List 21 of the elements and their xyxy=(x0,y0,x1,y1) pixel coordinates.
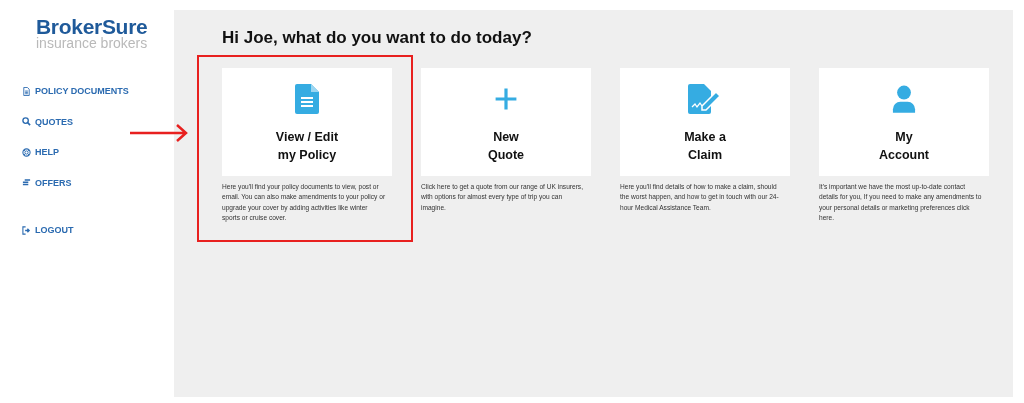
brand-logo[interactable]: BrokerSure xyxy=(36,17,148,37)
nav-link[interactable]: HELP xyxy=(22,137,174,168)
pointer-arrow xyxy=(130,123,190,143)
nav-link[interactable]: POLICY DOCUMENTS xyxy=(22,76,174,107)
action-card[interactable]: My Account xyxy=(819,68,989,176)
nav-link[interactable]: LOGOUT xyxy=(22,215,174,246)
nav-link[interactable]: QUOTES xyxy=(22,106,174,137)
action-card[interactable]: New Quote xyxy=(421,68,591,176)
logo-tagline: insurance brokers xyxy=(36,37,148,50)
nav-link[interactable]: OFFERS xyxy=(22,167,174,198)
document-icon xyxy=(295,84,319,114)
claim-form-icon xyxy=(688,84,722,114)
action-card[interactable]: Make a Claim xyxy=(620,68,790,176)
search-icon xyxy=(22,117,31,127)
logout-icon xyxy=(22,225,31,235)
document-icon xyxy=(22,86,31,96)
coins-icon xyxy=(22,178,31,188)
action-card[interactable]: View / Edit my Policy xyxy=(222,68,392,176)
lifebuoy-icon xyxy=(22,147,31,157)
page-heading: Hi Joe, what do you want to do today? xyxy=(222,28,533,48)
person-icon xyxy=(892,84,916,114)
